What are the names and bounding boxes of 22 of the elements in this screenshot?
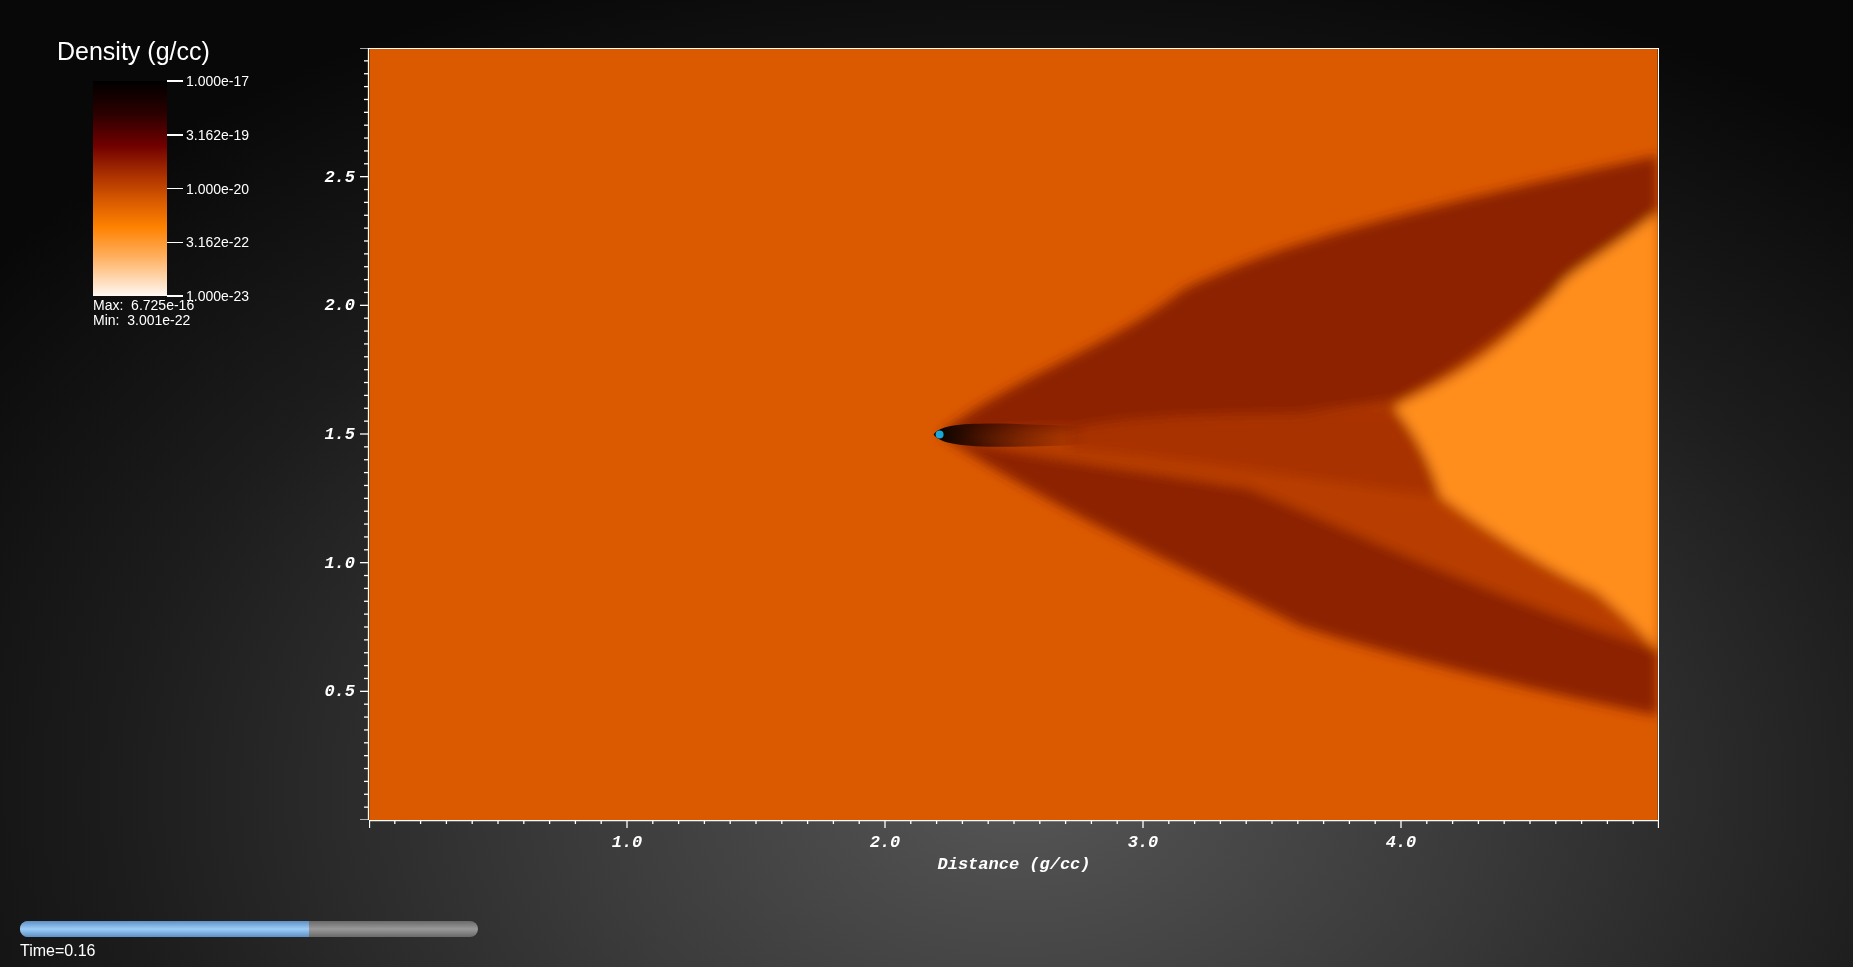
axis-label: 1.5 <box>324 425 355 443</box>
axis-label: 1.0 <box>324 554 355 572</box>
axis-label: 2.0 <box>869 834 901 851</box>
tick-mark <box>167 80 183 82</box>
tick-mark <box>167 295 183 297</box>
legend-label: 1.000e-17 <box>186 74 250 88</box>
axis-label: 2.0 <box>324 296 355 314</box>
axis-label: 3.0 <box>1127 834 1159 851</box>
axis-label: 2.5 <box>324 168 355 186</box>
legend-label: 3.162e-22 <box>186 235 250 250</box>
legend-label: 3.162e-19 <box>186 127 250 142</box>
min-value: Min: 3.001e-22 <box>93 313 192 329</box>
axis-label: 1.0 <box>611 834 643 851</box>
tick-mark <box>167 134 183 136</box>
tick-mark <box>167 187 183 190</box>
legend-title: Density (g/cc) <box>56 36 211 66</box>
axis-label: 4.0 <box>1385 834 1417 851</box>
tick-mark <box>167 241 183 243</box>
axis-label: 0.5 <box>324 682 355 700</box>
time-label: Time=0.16 <box>20 943 97 959</box>
legend-label: 1.000e-20 <box>186 181 250 196</box>
axis-title: Distance (g/cc) <box>937 856 1091 873</box>
